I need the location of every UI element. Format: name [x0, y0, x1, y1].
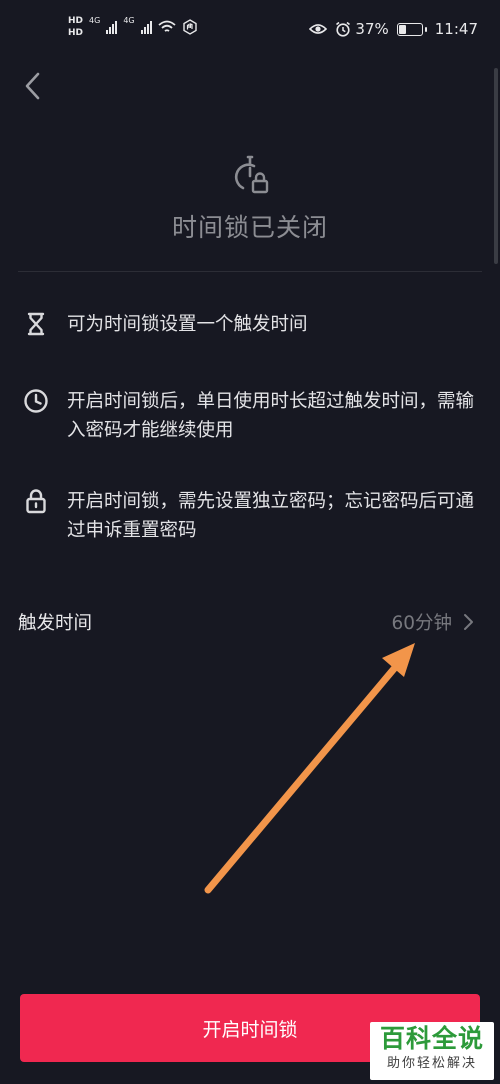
trigger-time-row[interactable]: 触发时间 60分钟 [0, 597, 500, 647]
feature-item-password: 开启时间锁，需先设置独立密码；忘记密码后可通过申诉重置密码 [22, 487, 482, 545]
hd-label-2: HD [68, 28, 84, 38]
status-right: 37% 11:47 [309, 20, 478, 38]
clock-time: 11:47 [434, 20, 478, 38]
lock-icon [22, 487, 50, 515]
watermark-logo: 百科全说 助你轻松解决 [370, 1022, 494, 1080]
trigger-time-value: 60分钟 [391, 613, 452, 634]
page-title: 时间锁已关闭 [171, 213, 328, 242]
alarm-icon [336, 21, 351, 37]
back-button[interactable] [18, 70, 50, 102]
hourglass-icon [22, 310, 50, 338]
nfc-icon [182, 19, 197, 35]
feature-text: 开启时间锁后，单日使用时长超过触发时间，需输入密码才能继续使用 [67, 391, 475, 441]
network-type-2: 4G [123, 16, 135, 25]
eye-icon [309, 24, 328, 34]
battery-fill [398, 24, 406, 34]
chevron-left-icon [25, 72, 40, 100]
divider [18, 271, 482, 272]
timer-lock-icon [229, 154, 271, 196]
network-type-1: 4G [89, 16, 101, 25]
signal-icon [106, 20, 118, 34]
watermark-title: 百科全说 [379, 1024, 484, 1053]
trigger-time-label: 触发时间 [18, 613, 93, 634]
watermark-subtitle: 助你轻松解决 [386, 1056, 477, 1071]
status-bar: HD HD 4G 4G 37% 11:47 [0, 0, 500, 64]
feature-text: 开启时间锁，需先设置独立密码；忘记密码后可通过申诉重置密码 [67, 491, 475, 541]
status-left: HD HD 4G 4G [68, 16, 198, 38]
hd-indicators: HD HD [68, 16, 83, 38]
battery-icon [396, 22, 427, 36]
wifi-icon [158, 20, 176, 32]
feature-item-trigger: 可为时间锁设置一个触发时间 [22, 310, 482, 339]
signal-icon [140, 20, 152, 34]
chevron-right-icon [464, 614, 473, 630]
clock-icon [22, 387, 50, 415]
feature-item-usage: 开启时间锁后，单日使用时长超过触发时间，需输入密码才能继续使用 [22, 387, 482, 445]
hd-label-1: HD [68, 16, 84, 26]
battery-percent: 37% [355, 20, 389, 38]
feature-text: 可为时间锁设置一个触发时间 [67, 314, 308, 335]
